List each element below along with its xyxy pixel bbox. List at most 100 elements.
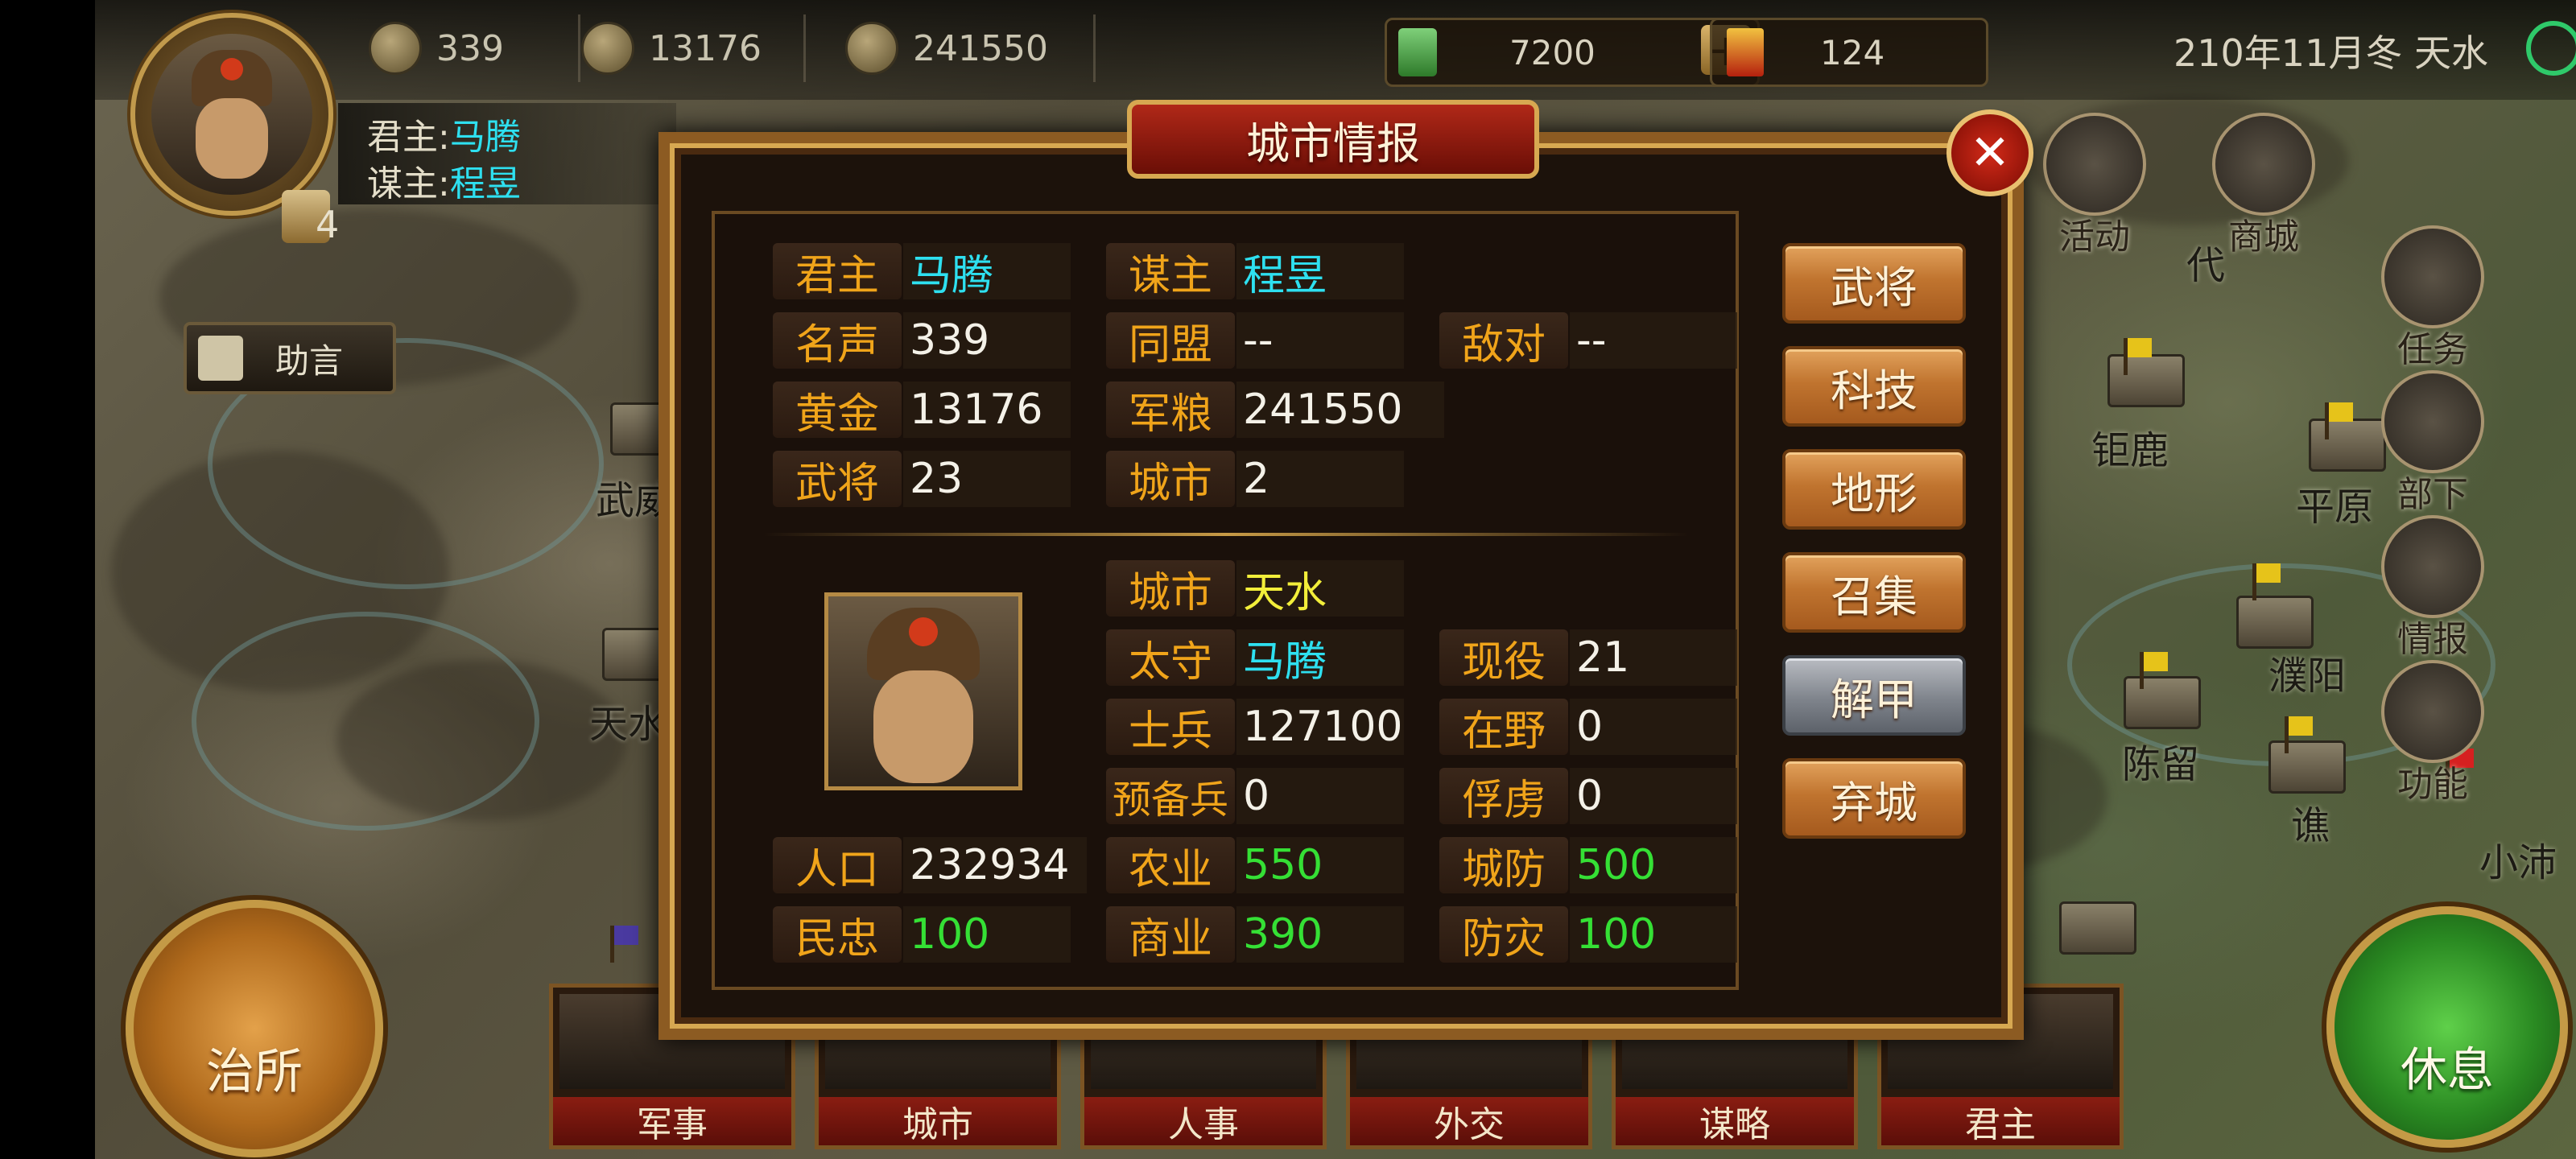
active-label: 现役 — [1439, 629, 1568, 687]
flag-icon — [2252, 563, 2281, 600]
gold-label: 黄金 — [773, 382, 902, 439]
soldiers-label: 士兵 — [1106, 699, 1235, 756]
book-icon — [198, 336, 243, 381]
event-button[interactable]: 活动 — [2043, 113, 2146, 259]
advice-button[interactable]: 助言 — [184, 322, 396, 394]
lord-label: 君主 — [773, 243, 902, 300]
event-label: 活动 — [2059, 217, 2130, 258]
tab-city-label: 城市 — [819, 1097, 1057, 1145]
top-bar: 339 13176 241550 7200 + 124 210年11月冬 天水 — [95, 0, 2576, 100]
governor-label: 太守 — [1106, 629, 1235, 687]
abandon-city-button[interactable]: 弃城 — [1782, 758, 1966, 839]
active-value: 21 — [1570, 629, 1737, 686]
coin-icon — [2212, 113, 2315, 216]
castle-icon[interactable] — [2059, 901, 2136, 955]
advisor-name: 程昱 — [449, 163, 521, 204]
place-tianshui[interactable]: 天水 — [589, 692, 667, 749]
advice-label: 助言 — [275, 340, 344, 381]
subordinates-label: 部下 — [2397, 474, 2468, 515]
agriculture-value: 550 — [1236, 837, 1404, 893]
reserve-label: 预备兵 — [1106, 768, 1235, 824]
place-julu[interactable]: 钜鹿 — [2091, 419, 2169, 475]
place-puyang[interactable]: 濮阳 — [2268, 644, 2346, 700]
lord-portrait-frame[interactable] — [130, 13, 333, 216]
fame-resource: 339 — [369, 16, 504, 80]
cities-label: 城市 — [1106, 451, 1235, 508]
disband-button[interactable]: 解甲 — [1782, 655, 1966, 736]
subordinates-button[interactable]: 部下 — [2381, 370, 2484, 517]
dialog-content: 君主 马腾 谋主 程昱 名声 339 同盟 -- 敌对 -- 黄金 13176 … — [712, 211, 1739, 990]
advisor-value: 程昱 — [1236, 243, 1404, 300]
fame-label: 名声 — [773, 312, 902, 369]
population-label: 人口 — [773, 837, 902, 894]
token-counter: 124 — [1710, 18, 1988, 87]
generals-button[interactable]: 武将 — [1782, 243, 1966, 324]
tab-diplomacy-label: 外交 — [1350, 1097, 1588, 1145]
intel-button[interactable]: 情报 — [2381, 515, 2484, 662]
signal-icon — [2526, 21, 2576, 76]
rest-button[interactable]: 休息 — [2326, 906, 2568, 1148]
generals-value: 23 — [903, 451, 1071, 507]
tab-strategy-label: 谋略 — [1616, 1097, 1854, 1145]
helmet-icon — [2381, 370, 2484, 473]
gold-ingot-icon — [581, 22, 634, 75]
terrain-button[interactable]: 地形 — [1782, 449, 1966, 530]
rest-label: 休息 — [2400, 1042, 2494, 1097]
token-icon — [1727, 28, 1764, 76]
reserve-value: 0 — [1236, 768, 1404, 824]
book-icon — [2381, 515, 2484, 618]
alliance-label: 同盟 — [1106, 312, 1235, 369]
city-value: 天水 — [1236, 560, 1404, 617]
jade-counter: 7200 + — [1385, 18, 1760, 87]
quest-label: 任务 — [2397, 329, 2468, 370]
lord-value: 马腾 — [903, 243, 1071, 300]
place-chenliu[interactable]: 陈留 — [2122, 732, 2199, 789]
tech-button[interactable]: 科技 — [1782, 346, 1966, 427]
population-value: 232934 — [903, 837, 1087, 893]
section-divider — [763, 533, 1689, 536]
commerce-value: 390 — [1236, 906, 1404, 963]
gold-value: 13176 — [649, 27, 762, 69]
dialog-title: 城市情报 — [1127, 100, 1539, 179]
function-button[interactable]: 功能 — [2381, 660, 2484, 806]
castle-icon[interactable] — [2236, 596, 2314, 649]
alliance-value: -- — [1236, 312, 1404, 369]
gold-resource: 13176 — [581, 16, 762, 80]
gold-value: 13176 — [903, 382, 1071, 438]
horse-icon — [369, 22, 422, 75]
date-location: 210年11月冬 天水 — [2174, 31, 2488, 75]
flag-icon — [2325, 402, 2353, 439]
jade-icon — [1398, 28, 1437, 76]
disaster-label: 防灾 — [1439, 906, 1568, 963]
place-qiao[interactable]: 谯 — [2291, 794, 2330, 850]
shop-label: 商城 — [2228, 217, 2299, 258]
lantern-icon — [2043, 113, 2146, 216]
governor-portrait[interactable] — [824, 592, 1022, 790]
flag-icon — [610, 926, 638, 963]
close-button[interactable]: ✕ — [1946, 109, 2033, 196]
advisor-label: 谋主: — [367, 163, 450, 204]
tab-military-label: 军事 — [553, 1097, 791, 1145]
advisor-label: 谋主 — [1106, 243, 1235, 300]
wild-value: 0 — [1570, 699, 1737, 755]
city-info-dialog: 君主 马腾 谋主 程昱 名声 339 同盟 -- 敌对 -- 黄金 13176 … — [658, 132, 2024, 1040]
soldiers-value: 127100 — [1236, 699, 1404, 755]
city-label: 城市 — [1106, 560, 1235, 617]
recruit-button[interactable]: 召集 — [1782, 552, 1966, 633]
tab-personnel-label: 人事 — [1084, 1097, 1323, 1145]
rank-count: 4 — [316, 203, 340, 246]
agriculture-label: 农业 — [1106, 837, 1235, 894]
fame-value: 339 — [903, 312, 1071, 369]
governor-value: 马腾 — [1236, 629, 1404, 687]
place-xiaopei[interactable]: 小沛 — [2479, 831, 2557, 887]
lord-portrait — [151, 34, 312, 195]
governor-button[interactable]: 治所 — [126, 900, 383, 1157]
grain-label: 军粮 — [1106, 382, 1235, 439]
place-pingyuan[interactable]: 平原 — [2296, 475, 2373, 531]
grain-icon — [845, 22, 898, 75]
lord-label: 君主: — [367, 117, 450, 158]
quest-button[interactable]: 任务 — [2381, 225, 2484, 372]
grain-value: 241550 — [913, 27, 1048, 69]
governor-label: 治所 — [206, 1044, 303, 1100]
shop-button[interactable]: 商城 — [2212, 113, 2315, 259]
